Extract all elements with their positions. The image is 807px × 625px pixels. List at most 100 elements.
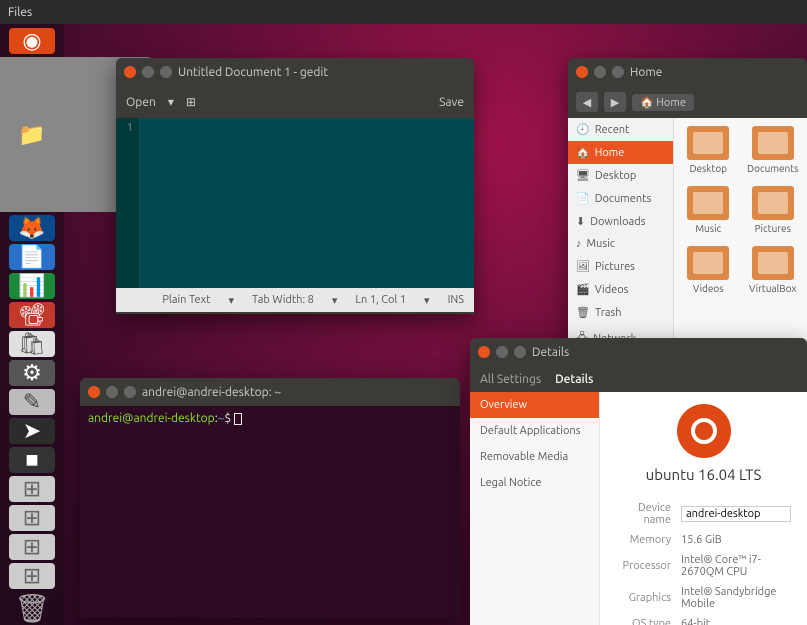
info-value: 15.6 GiB: [681, 531, 791, 549]
close-icon[interactable]: [478, 346, 490, 358]
launcher-icon-13[interactable]: ⊞: [9, 534, 55, 560]
minimize-icon[interactable]: [496, 346, 508, 358]
place-label: Videos: [595, 284, 629, 296]
launcher-icon-9[interactable]: ➤: [9, 418, 55, 444]
maximize-icon[interactable]: [124, 386, 136, 398]
launcher-icon-7[interactable]: ⚙: [9, 360, 55, 386]
close-icon[interactable]: [576, 66, 588, 78]
tab-width[interactable]: Tab Width: 8: [252, 294, 314, 306]
sidebar-item-desktop[interactable]: 🖥Desktop: [568, 164, 673, 187]
launcher-icon-14[interactable]: ⊞: [9, 563, 55, 589]
terminal-window: andrei@andrei-desktop: ~ andrei@andrei-d…: [80, 378, 460, 618]
pos-dropdown-icon[interactable]: ▾: [424, 294, 430, 307]
terminal-titlebar[interactable]: andrei@andrei-desktop: ~: [80, 378, 460, 406]
place-icon: ♪: [576, 238, 582, 250]
launcher-icon-15[interactable]: 🗑: [9, 592, 55, 625]
folder-pictures[interactable]: Pictures: [743, 186, 804, 234]
cursor: [234, 413, 242, 425]
path-button[interactable]: 🏠 Home: [632, 94, 694, 111]
gedit-statusbar: Plain Text▾ Tab Width: 8▾ Ln 1, Col 1▾ I…: [116, 288, 474, 312]
details-nav-removable-media[interactable]: Removable Media: [470, 444, 599, 470]
sidebar-item-trash[interactable]: 🗑Trash: [568, 301, 673, 324]
info-key: Memory: [616, 531, 679, 549]
close-icon[interactable]: [88, 386, 100, 398]
minimize-icon[interactable]: [594, 66, 606, 78]
info-key: Processor: [616, 551, 679, 581]
gedit-titlebar[interactable]: Untitled Document 1 - gedit: [116, 58, 474, 86]
system-info-table: Device name Memory15.6 GiBProcessorIntel®…: [614, 497, 793, 625]
folder-icon: [752, 126, 794, 160]
folder-videos[interactable]: Videos: [678, 246, 739, 294]
folder-music[interactable]: Music: [678, 186, 739, 234]
launcher-icon-11[interactable]: ⊞: [9, 476, 55, 502]
sidebar-item-recent[interactable]: 🕘Recent: [568, 118, 673, 141]
close-icon[interactable]: [124, 66, 136, 78]
files-titlebar[interactable]: Home: [568, 58, 807, 86]
details-titlebar[interactable]: Details: [470, 338, 807, 366]
folder-virtualbox[interactable]: VirtualBox: [743, 246, 804, 294]
launcher-icon-2[interactable]: 🦊: [9, 215, 55, 241]
launcher-icon-5[interactable]: 📽: [9, 302, 55, 328]
details-nav-default-applications[interactable]: Default Applications: [470, 418, 599, 444]
maximize-icon[interactable]: [514, 346, 526, 358]
info-value: [681, 499, 791, 529]
sidebar-item-pictures[interactable]: 🖼Pictures: [568, 255, 673, 278]
info-key: Device name: [616, 499, 679, 529]
line-number: 1: [127, 122, 133, 134]
syntax-dropdown-icon[interactable]: ▾: [229, 294, 235, 307]
top-menu-bar: Files: [0, 0, 807, 24]
terminal-title: andrei@andrei-desktop: ~: [142, 386, 281, 399]
all-settings-link[interactable]: All Settings: [480, 373, 541, 386]
open-dropdown-icon[interactable]: ▾: [168, 95, 174, 109]
save-button[interactable]: Save: [439, 96, 464, 109]
text-area[interactable]: [140, 118, 474, 288]
gedit-editor: 1: [116, 118, 474, 288]
details-window: Details All Settings Details OverviewDef…: [470, 338, 807, 625]
back-button[interactable]: ◀: [576, 92, 598, 112]
sidebar-item-downloads[interactable]: ⬇Downloads: [568, 210, 673, 233]
launcher-icon-3[interactable]: 📄: [9, 244, 55, 270]
forward-button[interactable]: ▶: [604, 92, 626, 112]
details-nav-legal-notice[interactable]: Legal Notice: [470, 470, 599, 496]
folder-label: Pictures: [743, 223, 804, 234]
folder-desktop[interactable]: Desktop: [678, 126, 739, 174]
info-row: GraphicsIntel® Sandybridge Mobile: [616, 583, 791, 613]
launcher-icon-4[interactable]: 📊: [9, 273, 55, 299]
place-icon: 🎬: [576, 283, 590, 296]
tab-dropdown-icon[interactable]: ▾: [332, 294, 338, 307]
place-label: Recent: [595, 124, 630, 136]
launcher-icon-6[interactable]: 🛍: [9, 331, 55, 357]
sidebar-item-videos[interactable]: 🎬 Videos: [568, 278, 673, 301]
unity-launcher: ◉📁🦊📄📊📽🛍⚙✎➤■⊞⊞⊞⊞🗑: [0, 24, 64, 625]
place-label: Home: [595, 147, 625, 159]
sidebar-item-home[interactable]: 🏠Home: [568, 141, 673, 164]
launcher-icon-10[interactable]: ■: [9, 447, 55, 473]
details-nav-overview[interactable]: Overview: [470, 392, 599, 418]
files-window: Home ◀ ▶ 🏠 Home 🕘Recent🏠Home🖥Desktop📄Doc…: [568, 58, 807, 348]
folder-label: Videos: [678, 283, 739, 294]
syntax-mode[interactable]: Plain Text: [162, 294, 210, 306]
maximize-icon[interactable]: [160, 66, 172, 78]
minimize-icon[interactable]: [142, 66, 154, 78]
path-label: Home: [656, 97, 686, 109]
sidebar-item-music[interactable]: ♪Music: [568, 233, 673, 255]
launcher-icon-12[interactable]: ⊞: [9, 505, 55, 531]
launcher-icon-8[interactable]: ✎: [9, 389, 55, 415]
info-value: Intel® Core™ i7-2670QM CPU: [681, 551, 791, 581]
files-icon-view[interactable]: DesktopDocuments Music Pictures Videos Virtu…: [674, 118, 807, 348]
terminal-body[interactable]: andrei@andrei-desktop:~$: [80, 406, 460, 618]
folder-documents[interactable]: Documents: [743, 126, 804, 174]
new-tab-icon[interactable]: ⊞: [186, 95, 196, 109]
breadcrumb: All Settings Details: [470, 366, 807, 392]
device-name-input[interactable]: [681, 506, 791, 522]
info-value: 64-bit: [681, 615, 791, 625]
minimize-icon[interactable]: [106, 386, 118, 398]
launcher-icon-0[interactable]: ◉: [9, 28, 55, 54]
top-menu-label[interactable]: Files: [8, 6, 32, 19]
folder-icon: [687, 126, 729, 160]
folder-label: Music: [678, 223, 739, 234]
sidebar-item-documents[interactable]: 📄Documents: [568, 187, 673, 210]
gedit-window: Untitled Document 1 - gedit Open ▾ ⊞ Sav…: [116, 58, 474, 314]
maximize-icon[interactable]: [612, 66, 624, 78]
open-button[interactable]: Open: [126, 96, 156, 109]
